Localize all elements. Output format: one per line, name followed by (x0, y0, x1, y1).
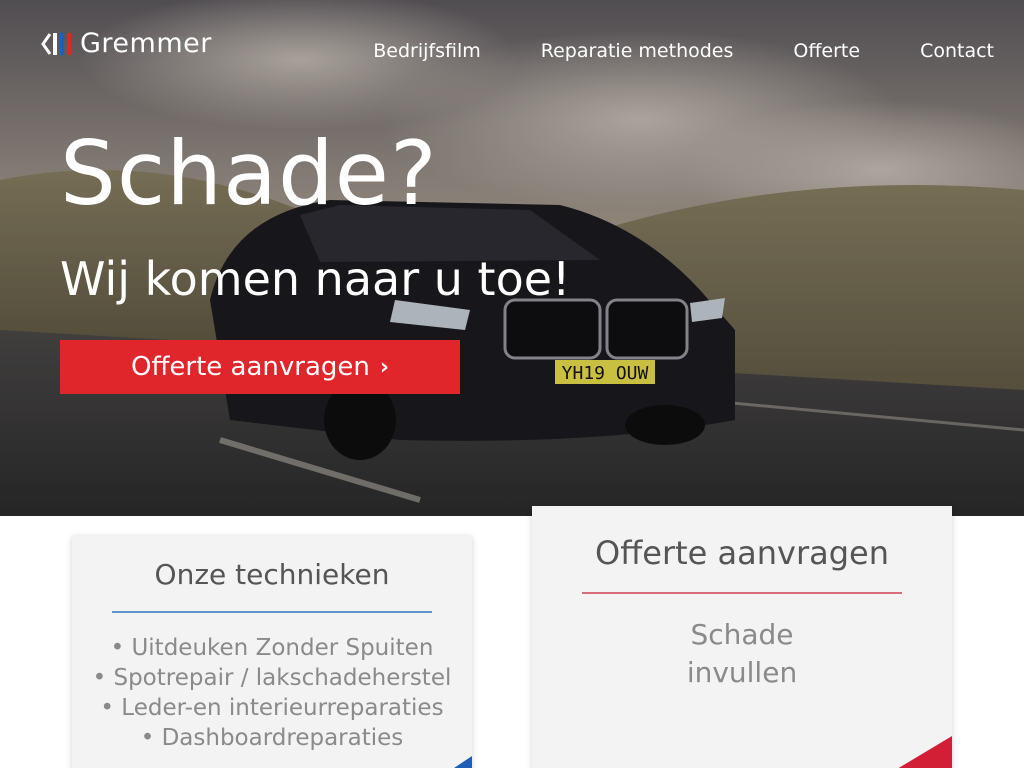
quote-divider (582, 592, 902, 594)
techniques-list: • Uitdeuken Zonder Spuiten • Spotrepair … (72, 633, 472, 753)
main-nav: Bedrijfsfilm Reparatie methodes Offerte … (373, 40, 994, 62)
request-quote-label: Offerte aanvragen (131, 352, 370, 382)
nav-item-offerte[interactable]: Offerte (793, 40, 860, 62)
nav-item-bedrijfsfilm[interactable]: Bedrijfsfilm (373, 40, 481, 62)
logo-icon (41, 32, 71, 55)
quote-title: Offerte aanvragen (595, 534, 889, 572)
hero-subline: Wij komen naar u toe! (60, 252, 571, 306)
red-corner-accent (898, 736, 952, 768)
damage-line-1: Schade (690, 618, 794, 651)
chevron-right-icon: › (379, 354, 389, 380)
list-item: • Spotrepair / lakschadeherstel (92, 665, 452, 691)
techniques-card[interactable]: Onze technieken • Uitdeuken Zonder Spuit… (72, 536, 472, 768)
damage-form-link[interactable]: Schade invullen (532, 616, 952, 692)
brand-name: Gremmer (80, 28, 212, 59)
list-item: • Uitdeuken Zonder Spuiten (110, 635, 434, 661)
hero-banner: YH19 OUW Gremmer Bedrijfsfilm Reparatie … (0, 0, 1024, 516)
list-item: • Dashboardreparaties (140, 725, 404, 751)
nav-item-contact[interactable]: Contact (920, 40, 994, 62)
damage-line-2: invullen (686, 656, 798, 689)
logo[interactable]: Gremmer (40, 28, 212, 59)
nav-item-reparatie-methodes[interactable]: Reparatie methodes (541, 40, 734, 62)
techniques-divider (112, 611, 432, 613)
blue-corner-accent (454, 756, 472, 768)
techniques-title: Onze technieken (154, 558, 390, 591)
quote-card[interactable]: Offerte aanvragen Schade invullen (532, 506, 952, 768)
request-quote-button[interactable]: Offerte aanvragen › (60, 340, 460, 394)
hero-headline: Schade? (60, 122, 438, 225)
list-item: • Leder-en interieurreparaties (100, 695, 444, 721)
